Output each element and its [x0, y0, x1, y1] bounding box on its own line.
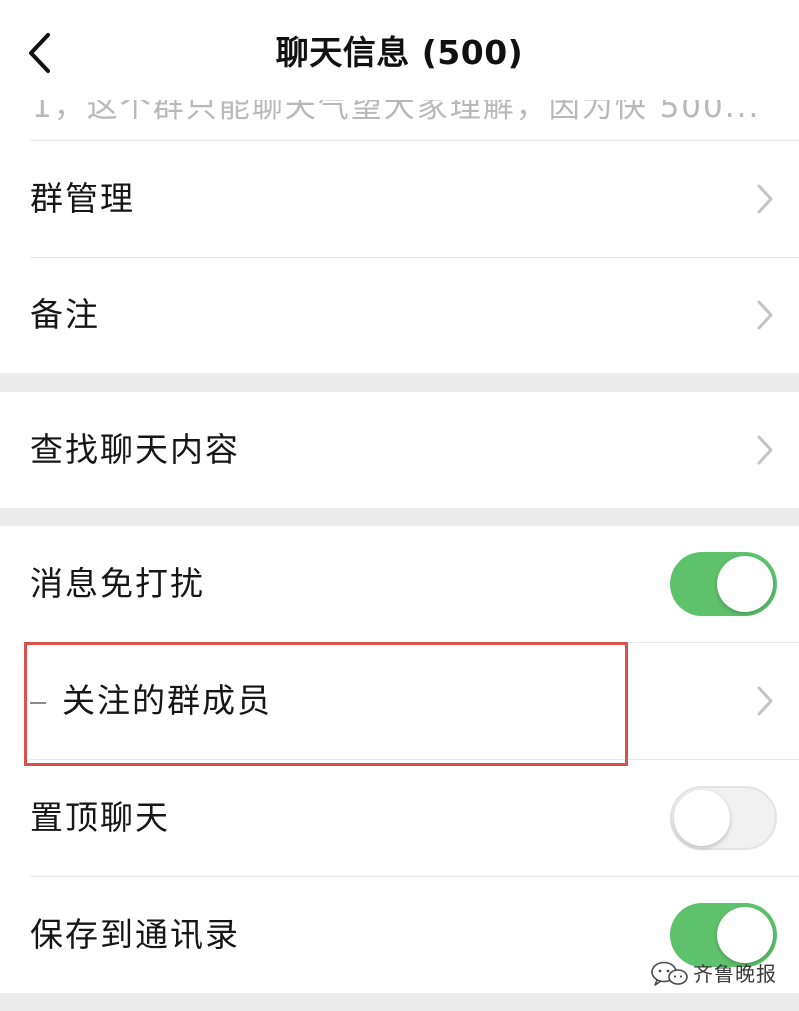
- row-label: 保存到通讯录: [30, 914, 240, 954]
- chevron-right-icon: [755, 684, 775, 718]
- group-announcement[interactable]: 1，这个群只能聊天气望大家理解，因为快 500...: [0, 100, 799, 140]
- settings-section-management: 群管理 备注: [0, 140, 799, 373]
- row-followed-members[interactable]: 关注的群成员: [0, 642, 799, 759]
- row-mute-notifications[interactable]: 消息免打扰: [0, 526, 799, 642]
- chevron-right-icon: [755, 433, 775, 467]
- row-label: 关注的群成员: [62, 680, 272, 720]
- row-pin-chat[interactable]: 置顶聊天: [0, 759, 799, 876]
- row-label: 备注: [30, 295, 100, 334]
- page-title: 聊天信息 (500): [275, 33, 524, 72]
- chevron-right-icon: [755, 182, 775, 216]
- row-label: 群管理: [30, 178, 135, 218]
- dash-mark: [30, 702, 46, 704]
- row-search-chat-content[interactable]: 查找聊天内容: [0, 392, 799, 508]
- chevron-right-icon: [755, 298, 775, 332]
- watermark: 齐鲁晚报: [649, 960, 777, 988]
- toggle-knob: [717, 556, 773, 612]
- toggle-knob: [674, 789, 730, 846]
- settings-section-search: 查找聊天内容: [0, 392, 799, 508]
- row-remark[interactable]: 备注: [0, 257, 799, 373]
- row-group-management[interactable]: 群管理: [0, 140, 799, 257]
- toggle-knob: [717, 906, 773, 963]
- watermark-text: 齐鲁晚报: [693, 962, 777, 986]
- mute-notifications-toggle[interactable]: [670, 552, 777, 616]
- row-label: 查找聊天内容: [30, 430, 240, 469]
- announcement-text: 1，这个群只能聊天气望大家理解，因为快 500...: [32, 100, 761, 125]
- row-label: 置顶聊天: [30, 797, 170, 837]
- row-label: 消息免打扰: [30, 564, 205, 603]
- pin-chat-toggle[interactable]: [670, 785, 777, 850]
- wechat-icon: [649, 960, 689, 988]
- save-to-contacts-toggle[interactable]: [670, 902, 777, 967]
- settings-section-preferences: 消息免打扰 关注的群成员 置顶聊天 保存到通讯录: [0, 526, 799, 993]
- nav-bar: 聊天信息 (500): [0, 0, 799, 100]
